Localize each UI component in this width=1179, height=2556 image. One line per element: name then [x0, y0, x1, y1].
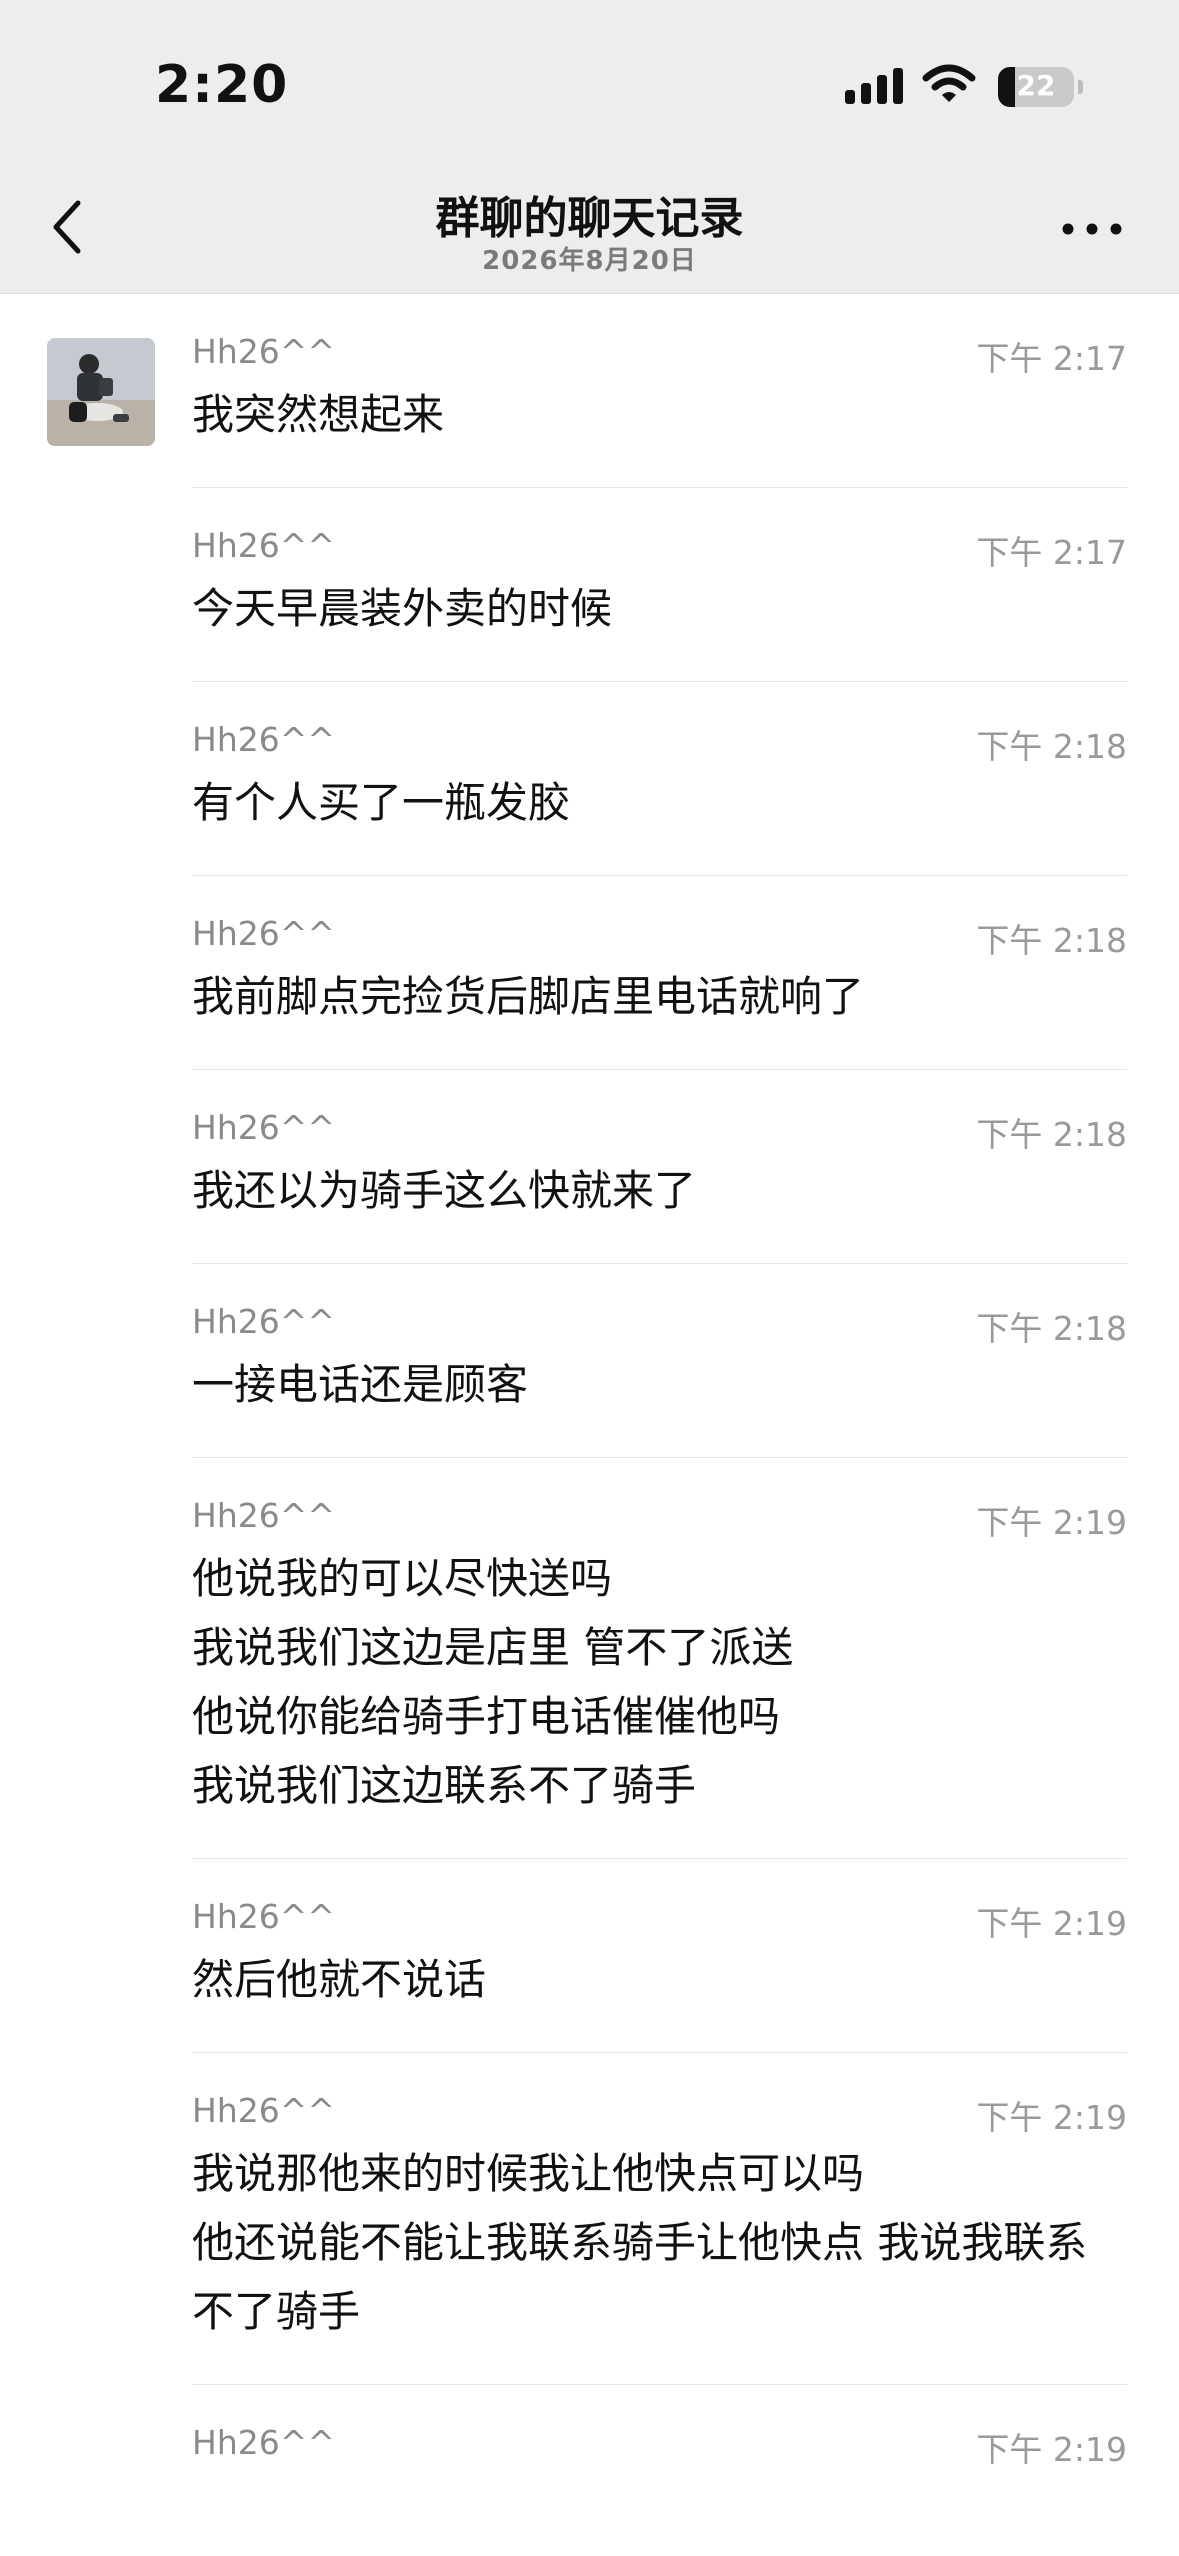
signal-icon — [845, 68, 903, 104]
message-item[interactable]: Hh26^^ 下午 2:17 今天早晨装外卖的时候 — [0, 488, 1179, 681]
message-body: Hh26^^ 下午 2:17 我突然想起来 — [192, 294, 1127, 487]
message-line: 我前脚点完捡货后脚店里电话就响了 — [192, 972, 865, 1021]
message-text: 然后他就不说话 — [192, 1945, 1127, 2014]
message-header: Hh26^^ 下午 2:18 — [192, 1108, 1127, 1154]
sender-name: Hh26^^ — [192, 1496, 336, 1535]
message-item[interactable]: Hh26^^ 下午 2:19 我说那他来的时候我让他快点可以吗他还说能不能让我联… — [0, 2053, 1179, 2384]
message-item[interactable]: Hh26^^ 下午 2:17 我突然想起来 — [0, 294, 1179, 487]
message-line: 他还说能不能让我联系骑手让他快点 我说我联系不了骑手 — [192, 2218, 1088, 2336]
sender-name: Hh26^^ — [192, 2091, 336, 2130]
message-item[interactable]: Hh26^^ 下午 2:18 有个人买了一瓶发胶 — [0, 682, 1179, 875]
message-time: 下午 2:18 — [976, 921, 1127, 960]
page-subtitle: 2026年8月20日 — [482, 246, 697, 276]
more-dots-icon[interactable] — [1060, 217, 1124, 241]
message-body: Hh26^^ 下午 2:19 他说我的可以尽快送吗我说我们这边是店里 管不了派送… — [192, 1458, 1127, 1858]
message-time: 下午 2:17 — [976, 339, 1127, 378]
message-text: 我前脚点完捡货后脚店里电话就响了 — [192, 962, 1127, 1031]
message-text: 今天早晨装外卖的时候 — [192, 574, 1127, 643]
status-time: 2:20 — [155, 55, 289, 115]
message-header: Hh26^^ 下午 2:19 — [192, 2091, 1127, 2137]
message-time: 下午 2:19 — [976, 2098, 1127, 2137]
message-time: 下午 2:18 — [976, 1309, 1127, 1348]
sender-name: Hh26^^ — [192, 1108, 336, 1147]
message-time: 下午 2:18 — [976, 727, 1127, 766]
message-body: Hh26^^ 下午 2:19 然后他就不说话 — [192, 1859, 1127, 2052]
message-time: 下午 2:19 — [976, 1904, 1127, 1943]
sender-name: Hh26^^ — [192, 914, 336, 953]
message-item[interactable]: Hh26^^ 下午 2:19 然后他就不说话 — [0, 1859, 1179, 2052]
message-item[interactable]: Hh26^^ 下午 2:18 我前脚点完捡货后脚店里电话就响了 — [0, 876, 1179, 1069]
message-line: 然后他就不说话 — [192, 1955, 487, 2004]
message-text: 他说我的可以尽快送吗我说我们这边是店里 管不了派送 他说你能给骑手打电话催催他吗我… — [192, 1544, 1127, 1820]
avatar-image — [47, 338, 155, 446]
message-line: 我突然想起来 — [192, 390, 445, 439]
sender-name: Hh26^^ — [192, 1302, 336, 1341]
nav-bar: 群聊的聊天记录 2026年8月20日 — [0, 165, 1179, 294]
sender-name: Hh26^^ — [192, 1897, 336, 1936]
message-header: Hh26^^ 下午 2:19 — [192, 1496, 1127, 1542]
message-time: 下午 2:19 — [976, 2430, 1127, 2469]
avatar[interactable] — [47, 338, 155, 446]
message-header: Hh26^^ 下午 2:19 — [192, 2423, 1127, 2469]
message-time: 下午 2:17 — [976, 533, 1127, 572]
message-line: 我说我们这边是店里 管不了派送 — [192, 1623, 794, 1672]
sender-name: Hh26^^ — [192, 526, 336, 565]
sender-name: Hh26^^ — [192, 2423, 336, 2462]
message-line: 有个人买了一瓶发胶 — [192, 778, 571, 827]
message-line: 我还以为骑手这么快就来了 — [192, 1166, 697, 1215]
sender-name: Hh26^^ — [192, 332, 336, 371]
message-item[interactable]: Hh26^^ 下午 2:19 — [0, 2385, 1179, 2509]
message-body: Hh26^^ 下午 2:19 我说那他来的时候我让他快点可以吗他还说能不能让我联… — [192, 2053, 1127, 2384]
message-line: 一接电话还是顾客 — [192, 1360, 529, 1409]
message-body: Hh26^^ 下午 2:18 我前脚点完捡货后脚店里电话就响了 — [192, 876, 1127, 1069]
message-text: 我还以为骑手这么快就来了 — [192, 1156, 1127, 1225]
message-header: Hh26^^ 下午 2:19 — [192, 1897, 1127, 1943]
message-header: Hh26^^ 下午 2:18 — [192, 914, 1127, 960]
message-item[interactable]: Hh26^^ 下午 2:18 我还以为骑手这么快就来了 — [0, 1070, 1179, 1263]
message-text: 我说那他来的时候我让他快点可以吗他还说能不能让我联系骑手让他快点 我说我联系不了… — [192, 2139, 1127, 2346]
message-header: Hh26^^ 下午 2:17 — [192, 526, 1127, 572]
sender-name: Hh26^^ — [192, 720, 336, 759]
message-time: 下午 2:19 — [976, 1503, 1127, 1542]
message-line: 他说你能给骑手打电话催催他吗 — [192, 1692, 781, 1741]
message-item[interactable]: Hh26^^ 下午 2:19 他说我的可以尽快送吗我说我们这边是店里 管不了派送… — [0, 1458, 1179, 1858]
page-title: 群聊的聊天记录 — [435, 193, 744, 244]
message-line: 我说我们这边联系不了骑手 — [192, 1761, 697, 1810]
message-time: 下午 2:18 — [976, 1115, 1127, 1154]
message-line: 他说我的可以尽快送吗 — [192, 1554, 613, 1603]
message-header: Hh26^^ 下午 2:18 — [192, 720, 1127, 766]
message-body: Hh26^^ 下午 2:18 一接电话还是顾客 — [192, 1264, 1127, 1457]
message-text: 我突然想起来 — [192, 380, 1127, 449]
wifi-icon — [922, 64, 976, 102]
battery-icon: 22 — [998, 67, 1074, 107]
message-item[interactable]: Hh26^^ 下午 2:18 一接电话还是顾客 — [0, 1264, 1179, 1457]
message-line: 今天早晨装外卖的时候 — [192, 584, 613, 633]
message-body: Hh26^^ 下午 2:19 — [192, 2385, 1127, 2509]
status-bar: 2:20 22 — [0, 0, 1179, 165]
battery-cap — [1078, 80, 1083, 94]
battery-percent: 22 — [1016, 69, 1056, 102]
message-body: Hh26^^ 下午 2:18 有个人买了一瓶发胶 — [192, 682, 1127, 875]
message-list: Hh26^^ 下午 2:17 我突然想起来 Hh26^^ 下午 2:17 今天早… — [0, 294, 1179, 2509]
message-body: Hh26^^ 下午 2:17 今天早晨装外卖的时候 — [192, 488, 1127, 681]
message-header: Hh26^^ 下午 2:17 — [192, 332, 1127, 378]
message-line: 我说那他来的时候我让他快点可以吗 — [192, 2149, 865, 2198]
message-text: 有个人买了一瓶发胶 — [192, 768, 1127, 837]
message-text: 一接电话还是顾客 — [192, 1350, 1127, 1419]
message-body: Hh26^^ 下午 2:18 我还以为骑手这么快就来了 — [192, 1070, 1127, 1263]
message-header: Hh26^^ 下午 2:18 — [192, 1302, 1127, 1348]
